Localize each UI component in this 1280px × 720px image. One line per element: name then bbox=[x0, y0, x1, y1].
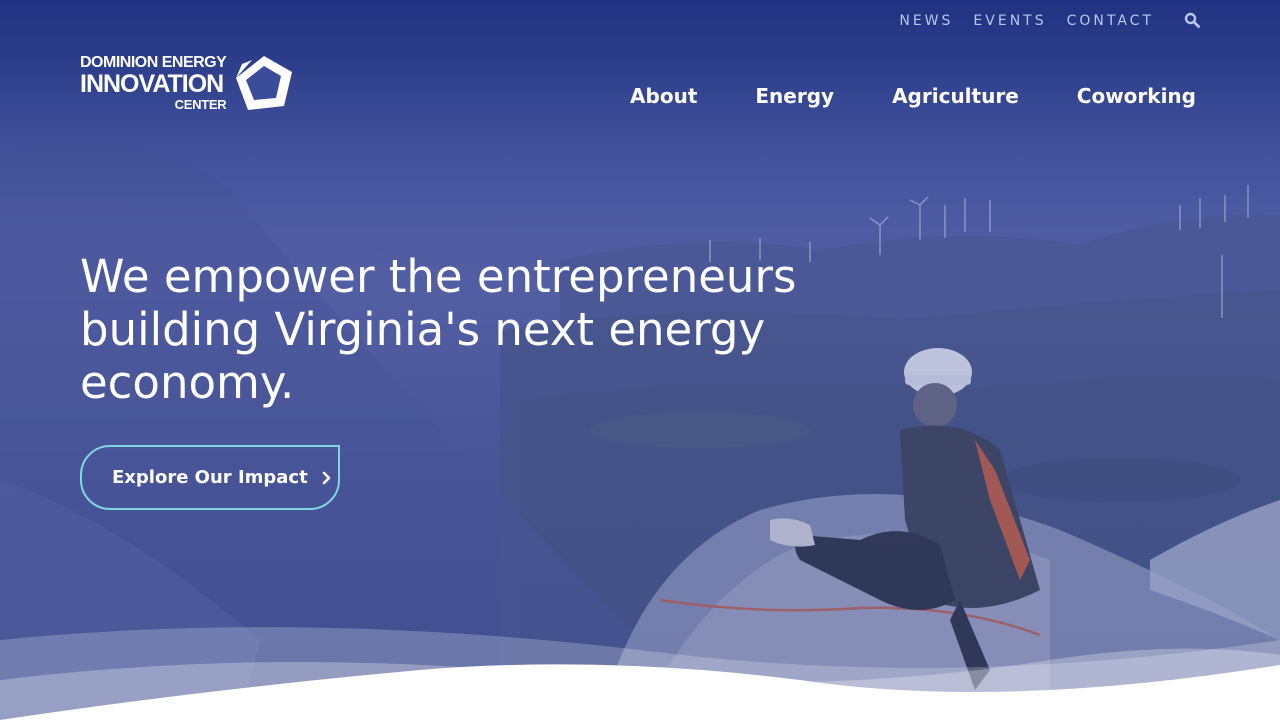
site-logo[interactable]: DOMINION ENERGY INNOVATION CENTER bbox=[80, 54, 296, 112]
nav-item-about[interactable]: About bbox=[630, 84, 697, 108]
logo-line-3: CENTER bbox=[174, 97, 227, 112]
utility-link-news[interactable]: NEWS bbox=[899, 13, 953, 29]
nav-item-energy[interactable]: Energy bbox=[755, 84, 834, 108]
search-icon[interactable] bbox=[1184, 12, 1202, 30]
utility-link-events[interactable]: EVENTS bbox=[973, 13, 1046, 29]
nav-item-agriculture[interactable]: Agriculture bbox=[892, 84, 1019, 108]
bottom-wave bbox=[0, 627, 1280, 720]
utility-nav: NEWS EVENTS CONTACT bbox=[899, 12, 1202, 30]
explore-impact-label: Explore Our Impact bbox=[112, 467, 308, 488]
logo-wordmark: DOMINION ENERGY INNOVATION CENTER bbox=[80, 54, 227, 112]
main-nav: About Energy Agriculture Coworking bbox=[630, 84, 1196, 108]
chevron-right-icon bbox=[322, 471, 331, 484]
logo-line-1: DOMINION ENERGY bbox=[80, 54, 227, 71]
logo-line-2: INNOVATION bbox=[80, 70, 224, 98]
explore-impact-button[interactable]: Explore Our Impact bbox=[80, 445, 340, 510]
nav-item-coworking[interactable]: Coworking bbox=[1077, 84, 1196, 108]
hero-headline: We empower the entrepreneurs building Vi… bbox=[80, 250, 797, 409]
utility-link-contact[interactable]: CONTACT bbox=[1067, 13, 1154, 29]
logo-pentagon-icon bbox=[236, 56, 293, 110]
